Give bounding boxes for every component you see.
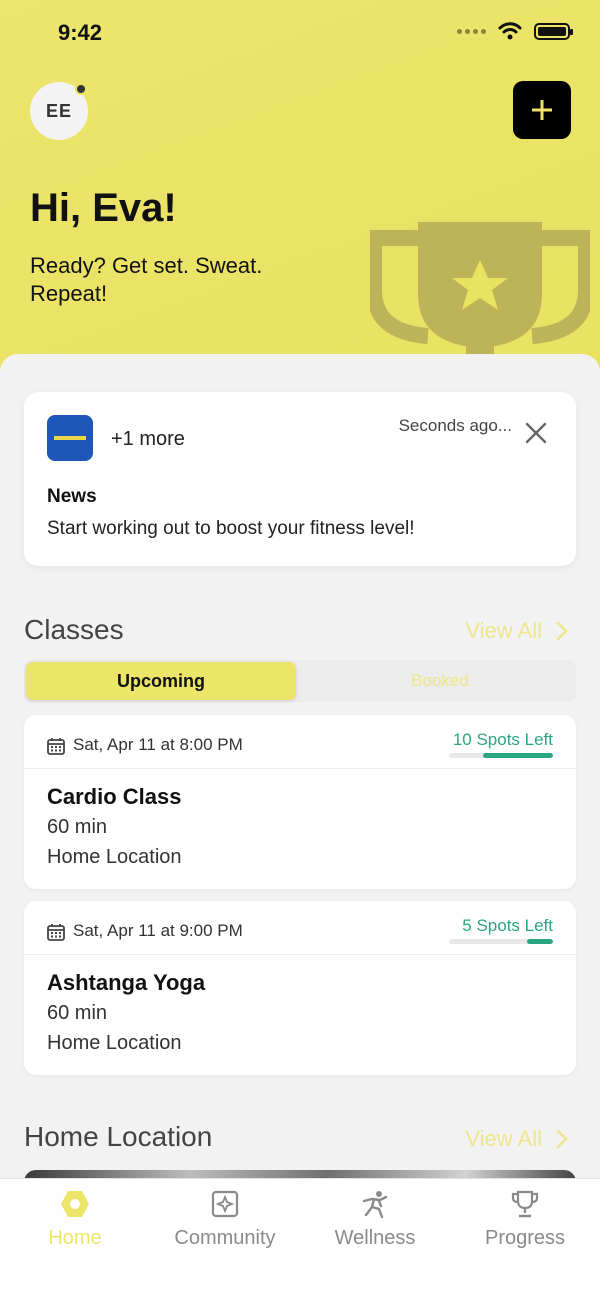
- wifi-icon: [498, 22, 522, 40]
- home-location-view-all[interactable]: View All: [465, 1126, 568, 1152]
- calendar-icon: [47, 924, 65, 941]
- gym-logo: [47, 415, 93, 461]
- chevron-right-icon: [556, 1129, 568, 1149]
- news-title: News: [47, 486, 97, 507]
- avatar[interactable]: EE: [30, 82, 88, 140]
- tab-label: Wellness: [334, 1227, 416, 1249]
- classes-title: Classes: [24, 614, 124, 645]
- plus-icon: [532, 100, 552, 120]
- class-date: Sat, Apr 11 at 8:00 PM: [73, 735, 243, 754]
- tab-label: Community: [174, 1227, 276, 1249]
- tab-label: Home: [48, 1227, 102, 1249]
- view-all-label: View All: [465, 1126, 542, 1151]
- class-card-header: Sat, Apr 11 at 8:00 PM 10 Spots Left: [24, 715, 576, 769]
- calendar-icon: [47, 738, 65, 755]
- tab-progress[interactable]: Progress: [450, 1179, 600, 1299]
- tab-community[interactable]: Community: [150, 1179, 300, 1299]
- notification-dot: [75, 83, 87, 95]
- class-card-header: Sat, Apr 11 at 9:00 PM 5 Spots Left: [24, 901, 576, 955]
- tab-home[interactable]: Home: [0, 1179, 150, 1299]
- signal-icon: [457, 28, 486, 34]
- close-icon[interactable]: [524, 421, 548, 445]
- news-body: Start working out to boost your fitness …: [47, 518, 415, 539]
- add-button[interactable]: [513, 81, 571, 139]
- chevron-right-icon: [556, 621, 568, 641]
- tab-wellness[interactable]: Wellness: [300, 1179, 450, 1299]
- class-location: Home Location: [47, 846, 182, 868]
- battery-icon: [534, 22, 573, 40]
- classes-view-all[interactable]: View All: [465, 618, 568, 644]
- spots-left: 10 Spots Left: [452, 730, 553, 749]
- class-card[interactable]: Sat, Apr 11 at 8:00 PM 10 Spots Left Car…: [24, 715, 576, 889]
- class-duration: 60 min: [47, 816, 108, 838]
- status-time: 9:42: [58, 20, 103, 45]
- tab-upcoming[interactable]: Upcoming: [26, 662, 296, 700]
- spots-progress: [449, 753, 553, 758]
- news-more: +1 more: [111, 428, 185, 450]
- news-time: Seconds ago...: [398, 416, 512, 435]
- class-card[interactable]: Sat, Apr 11 at 9:00 PM 5 Spots Left Asht…: [24, 901, 576, 1075]
- home-icon: [61, 1191, 89, 1217]
- trophy-icon: [511, 1190, 539, 1218]
- class-location: Home Location: [47, 1032, 182, 1054]
- greeting: Hi, Eva!: [30, 186, 177, 230]
- news-card[interactable]: +1 more Seconds ago... News Start workin…: [24, 392, 576, 566]
- classes-segmented-control: Upcoming Booked: [24, 660, 576, 702]
- wellness-icon: [362, 1191, 388, 1219]
- class-date: Sat, Apr 11 at 9:00 PM: [73, 921, 243, 940]
- status-icons: [457, 22, 573, 40]
- class-name: Ashtanga Yoga: [47, 970, 206, 995]
- tab-label: Progress: [484, 1227, 566, 1249]
- avatar-initials: EE: [45, 100, 72, 121]
- spots-progress: [449, 939, 553, 944]
- tab-bar: Home Community Wellness Progress: [0, 1178, 600, 1299]
- community-icon: [211, 1190, 239, 1218]
- class-name: Cardio Class: [47, 784, 182, 809]
- tab-booked[interactable]: Booked: [306, 662, 574, 700]
- hero-header: 9:42 EE Hi, Eva! Ready? Get set. Sweat. …: [0, 0, 600, 400]
- home-location-title: Home Location: [24, 1121, 213, 1152]
- class-duration: 60 min: [47, 1002, 108, 1024]
- view-all-label: View All: [465, 618, 542, 643]
- spots-left: 5 Spots Left: [462, 916, 553, 935]
- tagline: Ready? Get set. Sweat. Repeat!: [30, 253, 263, 306]
